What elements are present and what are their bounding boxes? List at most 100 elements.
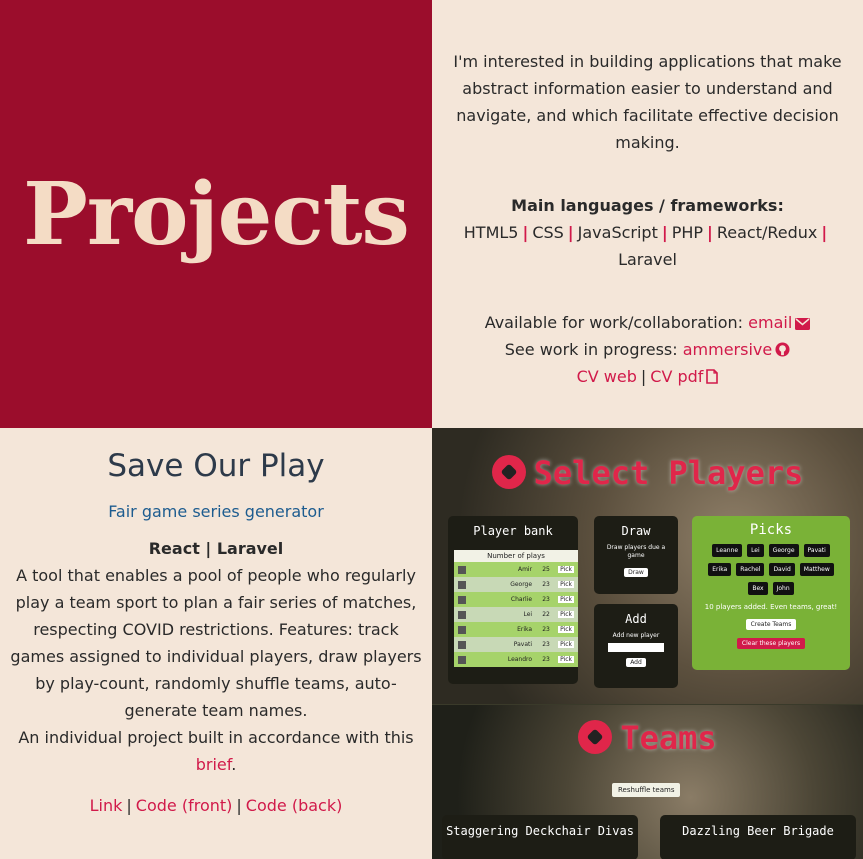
player-name: Erika (517, 626, 533, 633)
draw-button: Draw (624, 568, 648, 577)
select-players-title: Select Players (533, 454, 804, 492)
teams-title: Teams (620, 719, 717, 757)
table-row: Erika 23 Pick (454, 622, 578, 637)
cv-web-link[interactable]: CV web (577, 367, 637, 386)
wip-text: See work in progress: (504, 340, 678, 359)
project-link[interactable]: Link (90, 796, 123, 815)
code-back-link[interactable]: Code (back) (246, 796, 343, 815)
table-row: Charlie 23 Pick (454, 592, 578, 607)
hero-panel: Projects (0, 0, 432, 428)
checkbox (458, 655, 466, 664)
player-name: Amir (517, 566, 533, 573)
add-player-input (608, 643, 664, 652)
separator: | (640, 367, 647, 386)
checkbox (458, 580, 466, 589)
brief-prefix: An individual project built in accordanc… (18, 728, 414, 747)
checkbox (458, 625, 466, 634)
checkbox (458, 565, 466, 574)
separator: | (126, 796, 132, 815)
brief-suffix: . (231, 755, 237, 774)
player-bank-panel: Player bank Number of plays Amir 25 Pick G… (448, 516, 578, 684)
player-name: George (510, 581, 533, 588)
cv-pdf-link[interactable]: CV pdf (650, 367, 719, 386)
player-plays: 22 (542, 611, 550, 618)
file-icon (706, 369, 719, 384)
pick-chip: Bex (748, 582, 768, 595)
teams-heading: Teams (432, 719, 863, 757)
pick-chip: Matthew (799, 563, 834, 576)
separator: | (567, 223, 574, 242)
language-item: Laravel (618, 250, 677, 269)
pick-chip: Lei (747, 544, 764, 557)
player-bank-heading: Player bank (473, 524, 553, 538)
add-button: Add (626, 658, 646, 667)
pick-chip: Rachel (736, 563, 765, 576)
pick-button: Pick (558, 566, 574, 573)
pick-chip: John (772, 582, 794, 595)
language-item: JavaScript (577, 223, 658, 242)
table-row: Leandro 23 Pick (454, 652, 578, 667)
player-plays: 23 (542, 596, 550, 603)
language-item: CSS (532, 223, 564, 242)
separator: | (661, 223, 668, 242)
team-card: Dazzling Beer Brigade (660, 815, 856, 859)
draw-panel: Draw Draw players due a game Draw (594, 516, 678, 594)
brief-link[interactable]: brief (196, 755, 232, 774)
pick-button: Pick (558, 626, 574, 633)
player-plays: 23 (542, 581, 550, 588)
project-subtitle: Fair game series generator (108, 502, 324, 521)
github-icon (775, 342, 790, 357)
checkbox (458, 610, 466, 619)
table-row: Pavati 23 Pick (454, 637, 578, 652)
clear-players-button: Clear these players (736, 638, 806, 649)
player-name: Charlie (510, 596, 533, 603)
project-brief: An individual project built in accordanc… (10, 724, 422, 778)
languages-heading: Main languages / frameworks: (511, 196, 784, 215)
pick-chip: Erika (708, 563, 732, 576)
project-title: Save Our Play (107, 448, 325, 484)
player-plays: 25 (542, 566, 550, 573)
picks-heading: Picks (749, 522, 793, 538)
languages-list: HTML5 | CSS | JavaScript | PHP | React/Redux | Lar… (450, 219, 845, 273)
add-panel: Add Add new player Add (594, 604, 678, 688)
checkbox (458, 640, 466, 649)
intro-blurb: I'm interested in building applications … (453, 52, 842, 152)
player-name: Leandro (507, 656, 533, 663)
page-title: Projects (23, 163, 410, 265)
player-name: Lei (523, 611, 533, 618)
player-plays: 23 (542, 656, 550, 663)
table-row: Amir 25 Pick (454, 562, 578, 577)
reshuffle-button: Reshuffle teams (612, 783, 681, 797)
player-plays: 23 (542, 626, 550, 633)
pick-chip: David (769, 563, 795, 576)
picks-list: Leanne Lei George Pavati Erika Rachel Da… (692, 538, 850, 595)
envelope-icon (795, 318, 811, 330)
table-row: Lei 22 Pick (454, 607, 578, 622)
pick-chip: George (768, 544, 799, 557)
github-label: ammersive (682, 340, 773, 359)
football-icon (491, 455, 526, 489)
select-players-heading: Select Players (432, 454, 863, 492)
pick-button: Pick (558, 611, 574, 618)
email-link[interactable]: email (748, 313, 811, 332)
project-stack: React | Laravel (148, 539, 284, 558)
code-front-link[interactable]: Code (front) (136, 796, 233, 815)
pick-button: Pick (558, 581, 574, 588)
pick-chip: Pavati (803, 544, 830, 557)
github-link[interactable]: ammersive (683, 340, 791, 359)
create-teams-button: Create Teams (745, 619, 797, 630)
project-links: Link | Code (front) | Code (back) (10, 792, 422, 819)
teams-screen: Teams Reshuffle teams Staggering Deckcha… (432, 704, 863, 859)
draw-text: Draw players due a game (606, 544, 666, 559)
picks-panel: Picks Leanne Lei George Pavati Erika Rac… (692, 516, 850, 670)
language-item: PHP (671, 223, 704, 242)
separator: | (821, 223, 828, 242)
draw-heading: Draw (621, 524, 651, 538)
available-text: Available for work/collaboration: (484, 313, 744, 332)
player-bank-column-label: Number of plays (487, 552, 545, 560)
pick-button: Pick (558, 596, 574, 603)
languages-block: Main languages / frameworks: HTML5 | CSS | J… (450, 192, 845, 273)
table-row: George 23 Pick (454, 577, 578, 592)
project-screenshot[interactable]: Select Players Player bank Number of pla… (432, 428, 863, 859)
pick-button: Pick (558, 656, 574, 663)
